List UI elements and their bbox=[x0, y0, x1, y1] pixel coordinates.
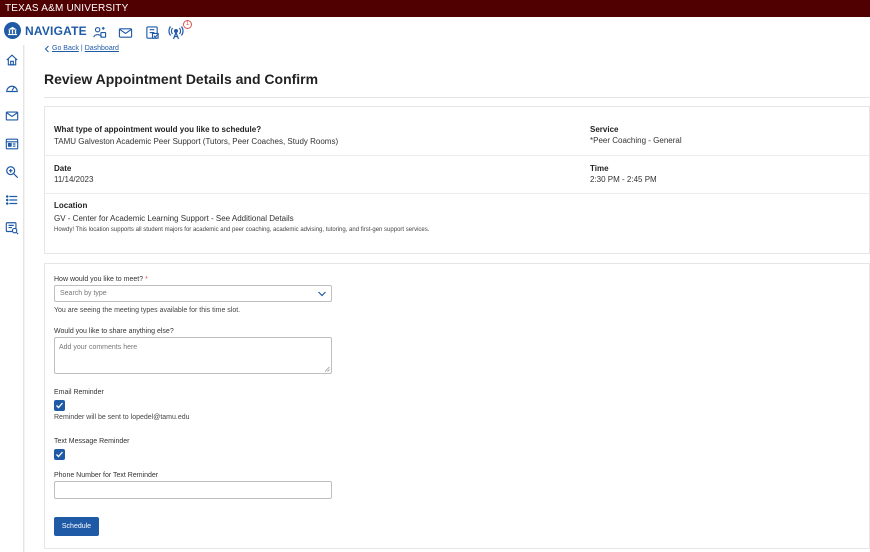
reports-icon[interactable] bbox=[5, 221, 19, 235]
university-name: TEXAS A&M UNIVERSITY bbox=[5, 3, 129, 14]
text-reminder-checkbox[interactable] bbox=[54, 449, 65, 460]
meeting-type-select[interactable]: Search by type bbox=[54, 285, 332, 302]
location-value: GV - Center for Academic Learning Suppor… bbox=[54, 214, 294, 223]
service-value: *Peer Coaching - General bbox=[590, 136, 682, 145]
comments-label: Would you like to share anything else? bbox=[54, 328, 174, 335]
details-row-divider bbox=[45, 155, 870, 156]
university-seal-icon bbox=[4, 22, 21, 39]
main-content: Go Back | Dashboard Review Appointment D… bbox=[25, 45, 870, 552]
chevron-left-icon bbox=[44, 45, 49, 53]
calendar-icon[interactable] bbox=[5, 137, 19, 151]
text-reminder-label: Text Message Reminder bbox=[54, 438, 130, 445]
meet-label: How would you like to meet? * bbox=[54, 276, 148, 283]
email-reminder-label: Email Reminder bbox=[54, 389, 104, 396]
appointments-icon[interactable] bbox=[145, 25, 161, 41]
appointment-form-card: How would you like to meet? * Search by … bbox=[44, 263, 870, 549]
dashboard-icon[interactable] bbox=[5, 81, 19, 95]
list-icon[interactable] bbox=[5, 193, 19, 207]
time-value: 2:30 PM - 2:45 PM bbox=[590, 175, 657, 184]
details-row-divider bbox=[45, 193, 870, 194]
broadcast-icon[interactable] bbox=[168, 25, 184, 41]
appointment-type-value: TAMU Galveston Academic Peer Support (Tu… bbox=[54, 137, 339, 146]
go-back-link[interactable]: Go Back bbox=[52, 45, 79, 53]
email-reminder-note: Reminder will be sent to lopedel@tamu.ed… bbox=[54, 414, 190, 421]
page-title: Review Appointment Details and Confirm bbox=[44, 71, 319, 87]
notification-badge: 1 bbox=[183, 20, 192, 29]
schedule-button[interactable]: Schedule bbox=[54, 517, 99, 536]
location-note: Howdy! This location supports all studen… bbox=[54, 227, 430, 233]
university-bar: TEXAS A&M UNIVERSITY bbox=[0, 0, 870, 17]
meeting-type-placeholder: Search by type bbox=[60, 290, 107, 297]
email-reminder-checkbox[interactable] bbox=[54, 400, 65, 411]
service-label: Service bbox=[590, 125, 619, 134]
phone-label: Phone Number for Text Reminder bbox=[54, 472, 159, 479]
meet-label-text: How would you like to meet? bbox=[54, 276, 144, 283]
comments-placeholder: Add your comments here bbox=[59, 344, 138, 351]
appointment-details-card: What type of appointment would you like … bbox=[44, 106, 870, 254]
app-name: NAVIGATE bbox=[25, 23, 87, 38]
messages-icon[interactable] bbox=[5, 109, 19, 123]
chevron-down-icon bbox=[318, 291, 326, 297]
date-value: 11/14/2023 bbox=[54, 175, 94, 184]
checkmark-icon bbox=[56, 402, 63, 409]
breadcrumb: Go Back | Dashboard bbox=[44, 45, 119, 53]
required-marker: * bbox=[145, 276, 148, 283]
top-navbar: NAVIGATE 1 bbox=[0, 17, 870, 45]
checkmark-icon bbox=[56, 451, 63, 458]
date-label: Date bbox=[54, 164, 72, 173]
left-sidebar bbox=[0, 45, 24, 552]
location-label: Location bbox=[54, 201, 88, 210]
phone-number-input[interactable] bbox=[54, 481, 332, 499]
dashboard-link[interactable]: Dashboard bbox=[85, 45, 119, 53]
meeting-type-help: You are seeing the meeting types availab… bbox=[54, 307, 241, 314]
breadcrumb-separator: | bbox=[80, 45, 83, 52]
mail-icon[interactable] bbox=[118, 25, 134, 41]
time-label: Time bbox=[590, 164, 609, 173]
search-icon[interactable] bbox=[5, 165, 19, 179]
appointment-type-label: What type of appointment would you like … bbox=[54, 125, 262, 134]
navigate-logo[interactable]: NAVIGATE bbox=[4, 22, 87, 39]
students-icon[interactable] bbox=[92, 25, 108, 41]
resize-grip-icon[interactable] bbox=[324, 366, 330, 372]
title-divider bbox=[44, 97, 870, 98]
home-icon[interactable] bbox=[5, 53, 19, 67]
comments-textarea[interactable]: Add your comments here bbox=[54, 337, 332, 374]
